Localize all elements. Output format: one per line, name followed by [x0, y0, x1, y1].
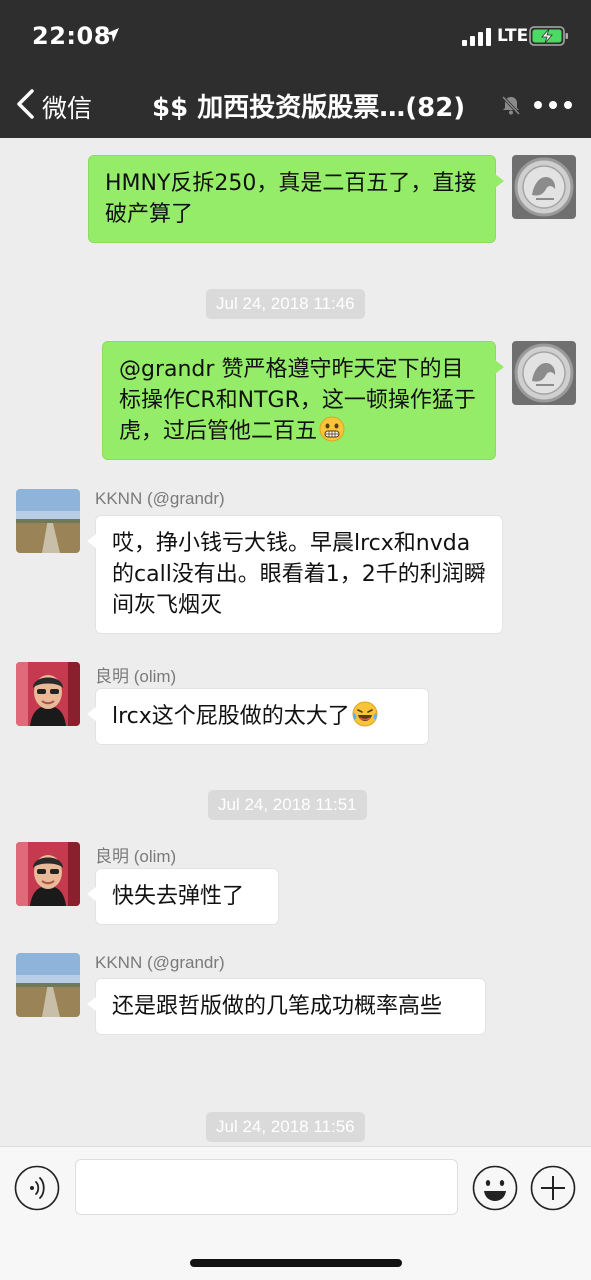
network-type: LTE — [497, 26, 529, 46]
message-text: 快失去弹性了 — [112, 884, 245, 909]
location-arrow-icon — [105, 28, 119, 42]
avatar-self[interactable] — [512, 155, 576, 219]
message-text: lrcx这个屁股做的太大了 — [112, 704, 350, 729]
message-bubble-incoming[interactable]: 快失去弹性了 — [87, 868, 279, 925]
message-text: 哎，挣小钱亏大钱。早晨lrcx和nvda的call没有出。眼看着1，2千的利润瞬… — [112, 531, 486, 618]
landscape-avatar-icon — [16, 489, 80, 553]
chat-header: 微信 $$ 加西投资版股票…(82) — [0, 72, 591, 138]
avatar-olim[interactable] — [16, 662, 80, 726]
sender-name: KKNN (@grandr) — [95, 489, 225, 508]
voice-input-icon[interactable] — [14, 1165, 60, 1211]
battery-charging-icon — [529, 26, 568, 46]
grimacing-face-icon — [319, 416, 345, 442]
message-input[interactable] — [75, 1159, 458, 1215]
landscape-avatar-icon — [16, 953, 80, 1017]
avatar-olim[interactable] — [16, 842, 80, 906]
chat-title[interactable]: $$ 加西投资版股票…(82) — [152, 87, 465, 124]
chat-messages[interactable]: HMNY反拆250，真是二百五了，直接破产算了 Jul 24, 2018 11:… — [0, 138, 591, 1146]
emoji-picker-icon[interactable] — [472, 1165, 518, 1211]
clock: 22:08 — [32, 22, 111, 50]
person-avatar-icon — [16, 662, 80, 726]
more-options-icon[interactable] — [533, 100, 573, 110]
timestamp: Jul 24, 2018 11:51 — [208, 790, 367, 820]
avatar-self[interactable] — [512, 341, 576, 405]
muted-bell-icon — [501, 95, 521, 116]
coin-avatar-icon — [512, 155, 576, 219]
message-bubble-incoming[interactable]: 哎，挣小钱亏大钱。早晨lrcx和nvda的call没有出。眼看着1，2千的利润瞬… — [87, 515, 503, 634]
message-text: 还是跟哲版做的几笔成功概率高些 — [112, 994, 443, 1019]
message-bubble-outgoing[interactable]: HMNY反拆250，真是二百五了，直接破产算了 — [88, 155, 504, 243]
person-avatar-icon — [16, 842, 80, 906]
home-indicator[interactable] — [190, 1259, 402, 1267]
add-attachment-icon[interactable] — [530, 1165, 576, 1211]
laughing-tears-face-icon — [352, 701, 378, 727]
sender-name: KKNN (@grandr) — [95, 953, 225, 972]
back-button[interactable]: 微信 — [42, 89, 92, 125]
sender-name: 良明 (olim) — [95, 847, 177, 866]
message-text: HMNY反拆250，真是二百五了，直接破产算了 — [105, 171, 477, 227]
timestamp: Jul 24, 2018 11:46 — [206, 289, 365, 319]
back-chevron-icon[interactable] — [14, 88, 36, 120]
sender-name: 良明 (olim) — [95, 667, 177, 686]
message-bubble-incoming[interactable]: 还是跟哲版做的几笔成功概率高些 — [87, 978, 486, 1035]
coin-avatar-icon — [512, 341, 576, 405]
cellular-signal-icon — [462, 28, 491, 46]
avatar-kknn[interactable] — [16, 953, 80, 1017]
message-bubble-incoming[interactable]: lrcx这个屁股做的太大了 — [87, 688, 429, 745]
message-text: @grandr 赞严格遵守昨天定下的目标操作CR和NTGR，这一顿操作猛于虎，过… — [119, 357, 476, 444]
message-bubble-outgoing[interactable]: @grandr 赞严格遵守昨天定下的目标操作CR和NTGR，这一顿操作猛于虎，过… — [102, 341, 504, 460]
avatar-kknn[interactable] — [16, 489, 80, 553]
status-bar: 22:08 LTE — [0, 0, 591, 72]
timestamp: Jul 24, 2018 11:56 — [206, 1112, 365, 1142]
